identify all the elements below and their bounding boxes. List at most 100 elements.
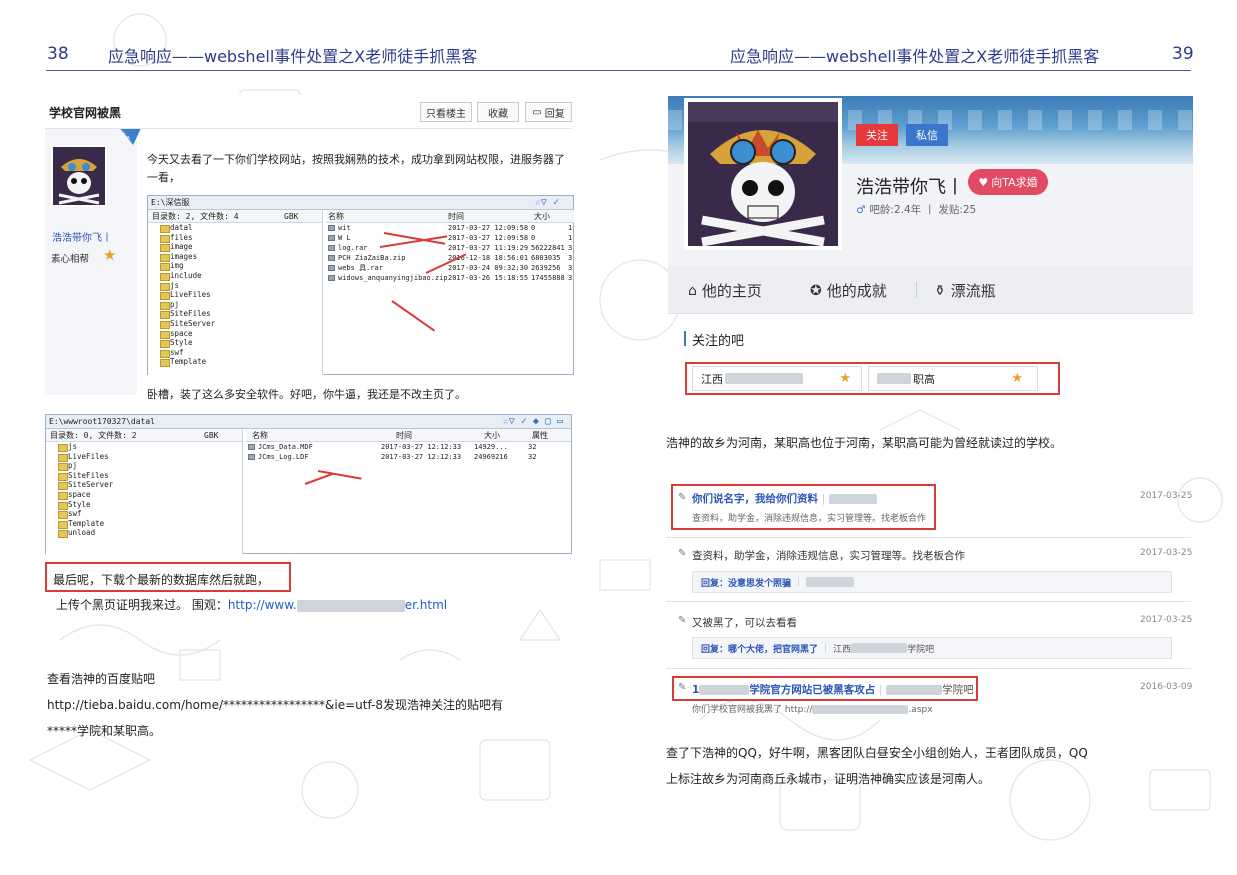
left-page-number: 38 <box>47 44 69 64</box>
post-1-title[interactable]: 你们说名字，我给你们资料 | <box>692 491 877 506</box>
fm2-col-size[interactable]: 大小 <box>484 429 500 442</box>
poster-username[interactable]: 浩浩带你飞丨 <box>52 229 112 244</box>
right-page-title: 应急响应——webshell事件处置之X老师徒手抓黑客 <box>730 47 1100 66</box>
fm2-toolbar-icons: ☆▽ ✓ ◆ ▢ ▭ <box>502 416 563 427</box>
user-avatar[interactable] <box>51 145 107 207</box>
favorite-button[interactable]: 收藏 <box>477 102 519 122</box>
fm1-folder-item[interactable]: image <box>148 242 322 252</box>
post-2-reply[interactable]: 回复：没意思发个照骗 | <box>692 571 1172 593</box>
fm2-tree-count: 目录数: 0, 文件数: 2 <box>50 431 137 440</box>
fm2-folder-item[interactable]: js <box>46 442 242 452</box>
fm1-tree-header: 目录数: 2, 文件数: 4 GBK <box>148 210 322 223</box>
tab-achievements[interactable]: ✪ 他的成就 <box>810 280 887 301</box>
fm1-folder-item[interactable]: img <box>148 261 322 271</box>
fm2-folder-item[interactable]: swf <box>46 509 242 519</box>
file-size: 2639256 <box>531 264 561 272</box>
file-row[interactable]: log.rar 2017-03-27 11:19:29 56222841 3 <box>326 243 573 253</box>
message-button[interactable]: 私信 <box>906 124 948 146</box>
fm1-col-name[interactable]: 名称 <box>328 210 344 223</box>
fm1-folder-item[interactable]: include <box>148 271 322 281</box>
fm1-folder-item[interactable]: files <box>148 233 322 243</box>
fm1-col-size[interactable]: 大小 <box>534 210 550 223</box>
file-size: 17455888 <box>531 274 565 282</box>
reply-button[interactable]: ▭ 回复 <box>525 102 572 122</box>
fm1-folder-item[interactable]: LiveFiles <box>148 290 322 300</box>
file-row[interactable]: widows_anquanyingjibao.zip 2017-03-26 15:… <box>326 273 573 283</box>
blurred-text <box>806 577 855 587</box>
file-manager-window-2: E:\wwwroot170327\datal ☆▽ ✓ ◆ ▢ ▭ 目录数: 0… <box>45 414 572 554</box>
file-size: 6803035 <box>531 254 561 262</box>
fm2-folder-item[interactable]: Style <box>46 500 242 510</box>
blurred-text <box>699 685 750 695</box>
file-row[interactable]: wit 2017-03-27 12:09:58 0 1 <box>326 223 573 233</box>
fm1-folder-item[interactable]: Style <box>148 338 322 348</box>
file-name: webs 具.rar <box>338 264 383 272</box>
tail-link-end[interactable]: er.html <box>405 598 447 612</box>
tab-home[interactable]: ⌂ 他的主页 <box>688 280 762 301</box>
post-4-title[interactable]: 1 学院官方网站已被黑客攻占 | 学院吧 <box>692 682 974 697</box>
fm2-folder-item[interactable]: SiteServer <box>46 480 242 490</box>
followed-bar-2[interactable]: 职高 ★ <box>868 366 1038 391</box>
fm1-folder-item[interactable]: SiteServer <box>148 319 322 329</box>
file-size: 56222841 <box>531 244 565 252</box>
propose-button[interactable]: ♥ 向TA求婚 <box>968 169 1048 195</box>
fm2-folder-item[interactable]: SiteFiles <box>46 471 242 481</box>
blurred-text <box>812 705 909 714</box>
fm1-folder-item[interactable]: datal <box>148 223 322 233</box>
tail-link-start[interactable]: http://www. <box>228 598 297 612</box>
fm1-folder-item[interactable]: images <box>148 252 322 262</box>
fm1-folder-item[interactable]: js <box>148 281 322 291</box>
file-size: 14929... <box>474 443 508 451</box>
post-4-meta-end: .aspx <box>908 705 933 715</box>
fm1-folder-item[interactable]: Template <box>148 357 322 367</box>
tab-bottle[interactable]: ⚱ 漂流瓶 <box>934 280 996 301</box>
fm2-list-header: 名称 时间 大小 属性 <box>246 429 571 442</box>
file-row[interactable]: webs 具.rar 2017-03-24 09:32:30 2639256 3 <box>326 263 573 273</box>
file-icon <box>328 235 335 241</box>
file-row[interactable]: W L 2017-03-27 12:09:58 0 1 <box>326 233 573 243</box>
fm2-folder-item[interactable]: pj <box>46 461 242 471</box>
fm2-col-attr[interactable]: 属性 <box>532 429 548 442</box>
fm2-folder-item[interactable]: LiveFiles <box>46 452 242 462</box>
fm2-folder-item[interactable]: Template <box>46 519 242 529</box>
fm2-col-time[interactable]: 时间 <box>396 429 412 442</box>
blurred-text <box>828 494 877 504</box>
fm2-col-name[interactable]: 名称 <box>252 429 268 442</box>
file-time: 2017-03-27 12:09:58 <box>448 224 529 232</box>
fm1-col-time[interactable]: 时间 <box>448 210 464 223</box>
post-3-reply[interactable]: 回复：哪个大佬，把官网黑了 | 江西 学院吧 <box>692 637 1172 659</box>
file-attr: 32 <box>528 443 537 451</box>
fm1-list-header: 名称 时间 大小 <box>326 210 574 223</box>
file-attr: 3 <box>568 274 573 282</box>
file-name: JCms_Data.MDF <box>258 443 313 451</box>
post-3-title[interactable]: 又被黑了，可以去看看 <box>692 615 797 630</box>
skull-avatar-icon <box>688 102 838 246</box>
fm1-folder-item[interactable]: swf <box>148 348 322 358</box>
fm1-folder-item[interactable]: SiteFiles <box>148 309 322 319</box>
file-row[interactable]: JCms_Data.MDF 2017-03-27 12:12:33 14929...… <box>246 442 571 452</box>
file-icon <box>248 454 255 460</box>
fm1-file-list: 名称 时间 大小 wit 2017-03-27 12:09:58 0 1 W L 2017… <box>326 210 574 283</box>
file-row[interactable]: JCms_Log.LDF 2017-03-27 12:12:33 24969216 3… <box>246 452 571 462</box>
fm1-folder-item[interactable]: space <box>148 329 322 339</box>
followed-bar-1[interactable]: 江西 ★ <box>692 366 862 391</box>
fm2-encoding[interactable]: GBK <box>204 429 218 442</box>
only-op-button[interactable]: 只看楼主 <box>420 102 472 122</box>
edit-icon: ✎ <box>678 615 687 626</box>
follow-button[interactable]: 关注 <box>856 124 898 146</box>
edit-icon: ✎ <box>678 548 687 559</box>
header-divider <box>46 70 1191 71</box>
file-name: wit <box>338 224 351 232</box>
profile-avatar[interactable] <box>684 98 842 250</box>
fm1-folder-item[interactable]: pj <box>148 300 322 310</box>
comment-icon: ▭ <box>532 106 542 118</box>
file-name: W L <box>338 234 351 242</box>
file-icon <box>328 245 335 251</box>
propose-label: 向TA求婚 <box>991 176 1038 189</box>
fm2-folder-item[interactable]: space <box>46 490 242 500</box>
post-2-title[interactable]: 查资料，助学金，消除违规信息，实习管理等。找老板合作 <box>692 548 965 563</box>
fm2-folder-item[interactable]: unload <box>46 528 242 538</box>
fm1-encoding[interactable]: GBK <box>284 210 298 223</box>
file-time: 2017-03-27 12:09:58 <box>448 234 529 242</box>
tab-achievements-label: 他的成就 <box>826 282 887 300</box>
